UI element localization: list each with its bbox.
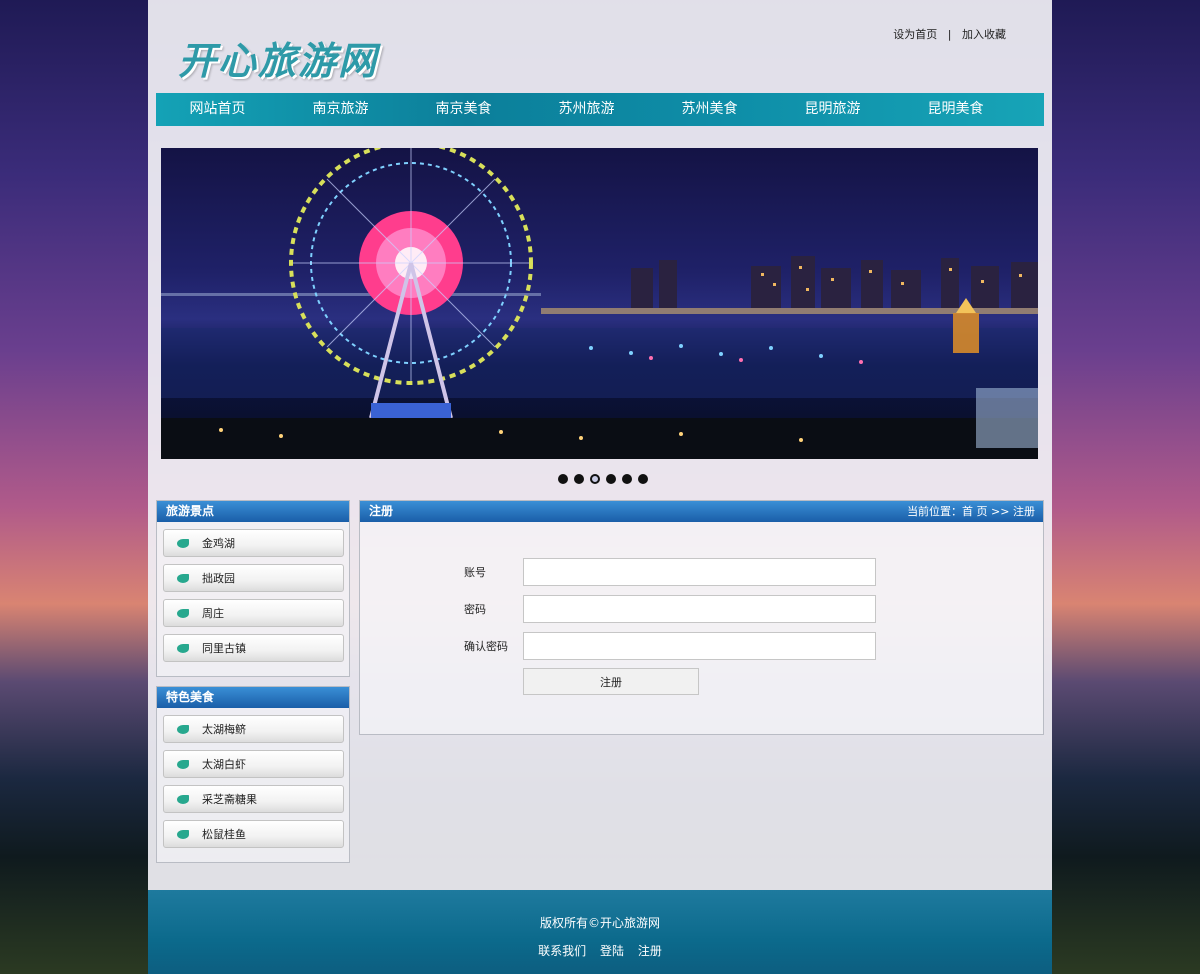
- list-item[interactable]: 太湖白虾: [163, 750, 344, 778]
- breadcrumb: 当前位置：首 页 >> 注册: [907, 505, 1035, 518]
- nav-item-suzhou-travel[interactable]: 苏州旅游: [525, 93, 648, 126]
- carousel-dot[interactable]: [574, 474, 584, 484]
- top-links: 设为首页 | 加入收藏: [893, 26, 1006, 42]
- leaf-icon: [177, 829, 189, 839]
- confirm-password-row: 确认密码: [464, 632, 876, 660]
- password-input[interactable]: [523, 595, 876, 623]
- account-label: 账号: [464, 566, 486, 579]
- list-item[interactable]: 同里古镇: [163, 634, 344, 662]
- nav-item-nanjing-food[interactable]: 南京美食: [402, 93, 525, 126]
- footer-link-register[interactable]: 注册: [638, 944, 662, 958]
- leaf-icon: [177, 538, 189, 548]
- list-item-label: 太湖白虾: [202, 758, 246, 771]
- carousel-dot[interactable]: [606, 474, 616, 484]
- leaf-icon: [177, 724, 189, 734]
- password-row: 密码: [464, 595, 876, 623]
- password-label: 密码: [464, 603, 486, 616]
- list-item[interactable]: 采芝斋糖果: [163, 785, 344, 813]
- list-item[interactable]: 周庄: [163, 599, 344, 627]
- ferris-wheel-night-scene: [161, 148, 1038, 459]
- carousel-dot[interactable]: [558, 474, 568, 484]
- confirm-password-input[interactable]: [523, 632, 876, 660]
- footer: 版权所有©开心旅游网 联系我们 登陆 注册: [148, 890, 1052, 974]
- page-container: 开心旅游网 设为首页 | 加入收藏 网站首页 南京旅游 南京美食 苏州旅游 苏州…: [148, 0, 1052, 974]
- register-panel: 注册 当前位置：首 页 >> 注册 账号 密码 确认密码 注册: [359, 500, 1044, 735]
- register-title: 注册: [369, 504, 394, 518]
- carousel-dots: [558, 474, 648, 484]
- carousel-dot[interactable]: [622, 474, 632, 484]
- confirm-password-label: 确认密码: [464, 640, 508, 653]
- main-nav: 网站首页 南京旅游 南京美食 苏州旅游 苏州美食 昆明旅游 昆明美食: [156, 93, 1044, 126]
- copyright-text: 版权所有©开心旅游网: [539, 916, 660, 930]
- list-item-label: 松鼠桂鱼: [202, 828, 246, 841]
- sidebar-attractions: 旅游景点 金鸡湖 拙政园 周庄 同里古镇: [156, 500, 350, 677]
- nav-item-kunming-food[interactable]: 昆明美食: [894, 93, 1017, 126]
- add-favorite-link[interactable]: 加入收藏: [962, 28, 1006, 41]
- site-logo[interactable]: 开心旅游网: [178, 30, 378, 85]
- list-item[interactable]: 太湖梅鲚: [163, 715, 344, 743]
- top-links-separator: |: [947, 28, 952, 41]
- sidebar-attractions-title: 旅游景点: [157, 501, 349, 522]
- account-input[interactable]: [523, 558, 876, 586]
- register-panel-header: 注册 当前位置：首 页 >> 注册: [360, 501, 1043, 522]
- footer-link-contact[interactable]: 联系我们: [538, 944, 586, 958]
- list-item-label: 同里古镇: [202, 642, 246, 655]
- leaf-icon: [177, 794, 189, 804]
- sidebar-food: 特色美食 太湖梅鲚 太湖白虾 采芝斋糖果 松鼠桂鱼: [156, 686, 350, 863]
- sidebar-food-title: 特色美食: [157, 687, 349, 708]
- banner-image[interactable]: [161, 148, 1038, 459]
- list-item[interactable]: 松鼠桂鱼: [163, 820, 344, 848]
- list-item-label: 太湖梅鲚: [202, 723, 246, 736]
- set-home-link[interactable]: 设为首页: [893, 28, 937, 41]
- list-item-label: 采芝斋糖果: [202, 793, 257, 806]
- list-item-label: 金鸡湖: [202, 537, 235, 550]
- sidebar-food-list: 太湖梅鲚 太湖白虾 采芝斋糖果 松鼠桂鱼: [157, 708, 349, 859]
- sidebar-attractions-list: 金鸡湖 拙政园 周庄 同里古镇: [157, 522, 349, 673]
- list-item-label: 周庄: [202, 607, 224, 620]
- account-row: 账号: [464, 558, 876, 586]
- leaf-icon: [177, 573, 189, 583]
- leaf-icon: [177, 759, 189, 769]
- leaf-icon: [177, 643, 189, 653]
- carousel-dot[interactable]: [638, 474, 648, 484]
- footer-link-login[interactable]: 登陆: [600, 944, 624, 958]
- nav-item-home[interactable]: 网站首页: [156, 93, 279, 126]
- carousel-dot-active[interactable]: [590, 474, 600, 484]
- nav-item-kunming-travel[interactable]: 昆明旅游: [771, 93, 894, 126]
- leaf-icon: [177, 608, 189, 618]
- nav-item-suzhou-food[interactable]: 苏州美食: [648, 93, 771, 126]
- register-button[interactable]: 注册: [523, 668, 699, 695]
- list-item-label: 拙政园: [202, 572, 235, 585]
- nav-item-nanjing-travel[interactable]: 南京旅游: [279, 93, 402, 126]
- list-item[interactable]: 金鸡湖: [163, 529, 344, 557]
- footer-links: 联系我们 登陆 注册: [148, 942, 1052, 959]
- list-item[interactable]: 拙政园: [163, 564, 344, 592]
